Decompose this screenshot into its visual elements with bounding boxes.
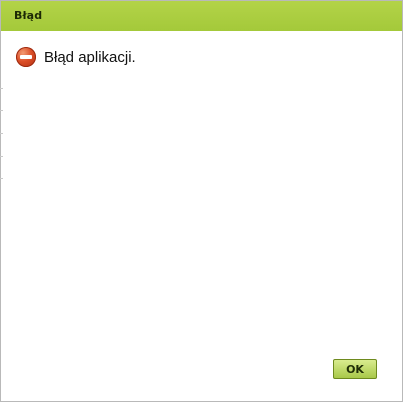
left-edge-ticks	[0, 31, 3, 191]
error-icon	[16, 47, 36, 67]
ok-button[interactable]: OK	[333, 359, 377, 379]
error-message: Błąd aplikacji.	[44, 49, 136, 66]
dialog-titlebar[interactable]: Błąd	[1, 1, 402, 31]
dialog-title: Błąd	[14, 9, 43, 22]
error-dialog: Błąd Błąd aplikacji. OK	[0, 0, 403, 402]
